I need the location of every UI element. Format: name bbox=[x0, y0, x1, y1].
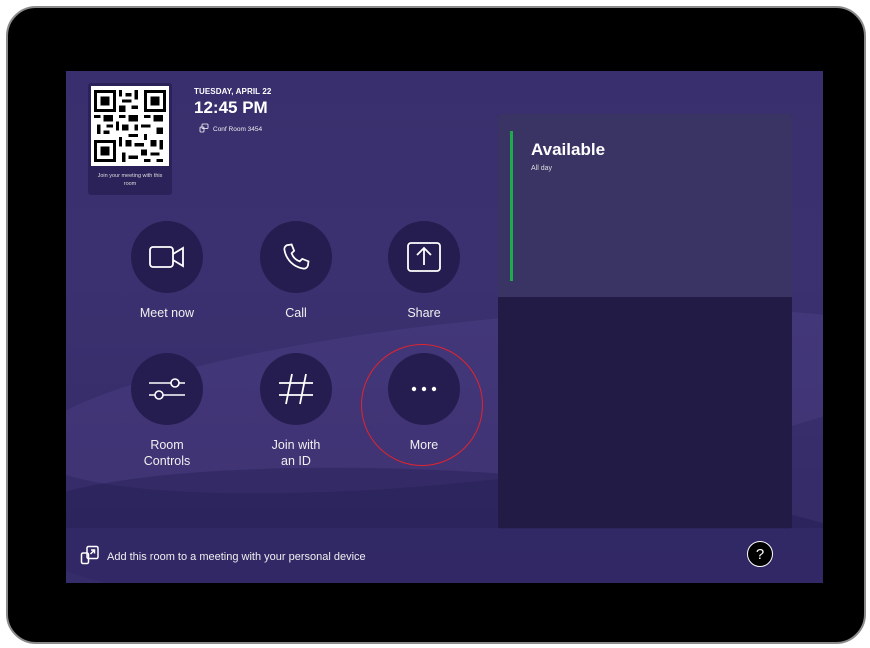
room-controls-label: Room Controls bbox=[143, 438, 191, 468]
qr-code-icon bbox=[91, 86, 169, 166]
room-controls-button[interactable]: Room Controls bbox=[112, 353, 222, 469]
availability-status: Available bbox=[531, 140, 606, 159]
phone-icon bbox=[260, 221, 332, 293]
meet-now-label: Meet now bbox=[139, 306, 195, 320]
call-label: Call bbox=[285, 306, 307, 320]
video-camera-icon bbox=[131, 221, 203, 293]
qr-code-card[interactable]: Join your meeting with this room bbox=[88, 83, 172, 195]
availability-indicator bbox=[510, 131, 513, 281]
add-room-text: Add this room to a meeting with your per… bbox=[107, 550, 366, 563]
room-name-label: Conf Room 3454 bbox=[213, 125, 263, 133]
help-icon: ? bbox=[755, 545, 765, 563]
room-cast-icon bbox=[199, 123, 209, 135]
help-button[interactable]: ? bbox=[747, 541, 773, 567]
call-button[interactable]: Call bbox=[241, 221, 351, 321]
calendar-panel: Available All day bbox=[498, 114, 792, 529]
cast-device-icon bbox=[80, 545, 100, 568]
highlight-circle bbox=[361, 344, 483, 466]
add-room-prompt[interactable]: Add this room to a meeting with your per… bbox=[80, 545, 366, 568]
share-button[interactable]: Share bbox=[369, 221, 479, 321]
availability-card[interactable]: Available All day bbox=[498, 114, 792, 297]
hash-icon bbox=[260, 353, 332, 425]
room-name: Conf Room 3454 bbox=[199, 123, 262, 135]
share-screen-icon bbox=[388, 221, 460, 293]
share-label: Share bbox=[407, 306, 441, 320]
current-date: TUESDAY, APRIL 22 bbox=[194, 87, 272, 96]
join-with-id-button[interactable]: Join with an ID bbox=[241, 353, 351, 469]
sliders-icon bbox=[131, 353, 203, 425]
join-with-id-label: Join with an ID bbox=[271, 438, 321, 468]
room-display-screen: Join your meeting with this room TUESDAY… bbox=[66, 71, 823, 583]
current-time: 12:45 PM bbox=[194, 98, 268, 117]
qr-caption: Join your meeting with this room bbox=[97, 173, 163, 187]
meet-now-button[interactable]: Meet now bbox=[112, 221, 222, 321]
footer-bar: Add this room to a meeting with your per… bbox=[66, 528, 823, 583]
availability-duration: All day bbox=[531, 165, 553, 172]
